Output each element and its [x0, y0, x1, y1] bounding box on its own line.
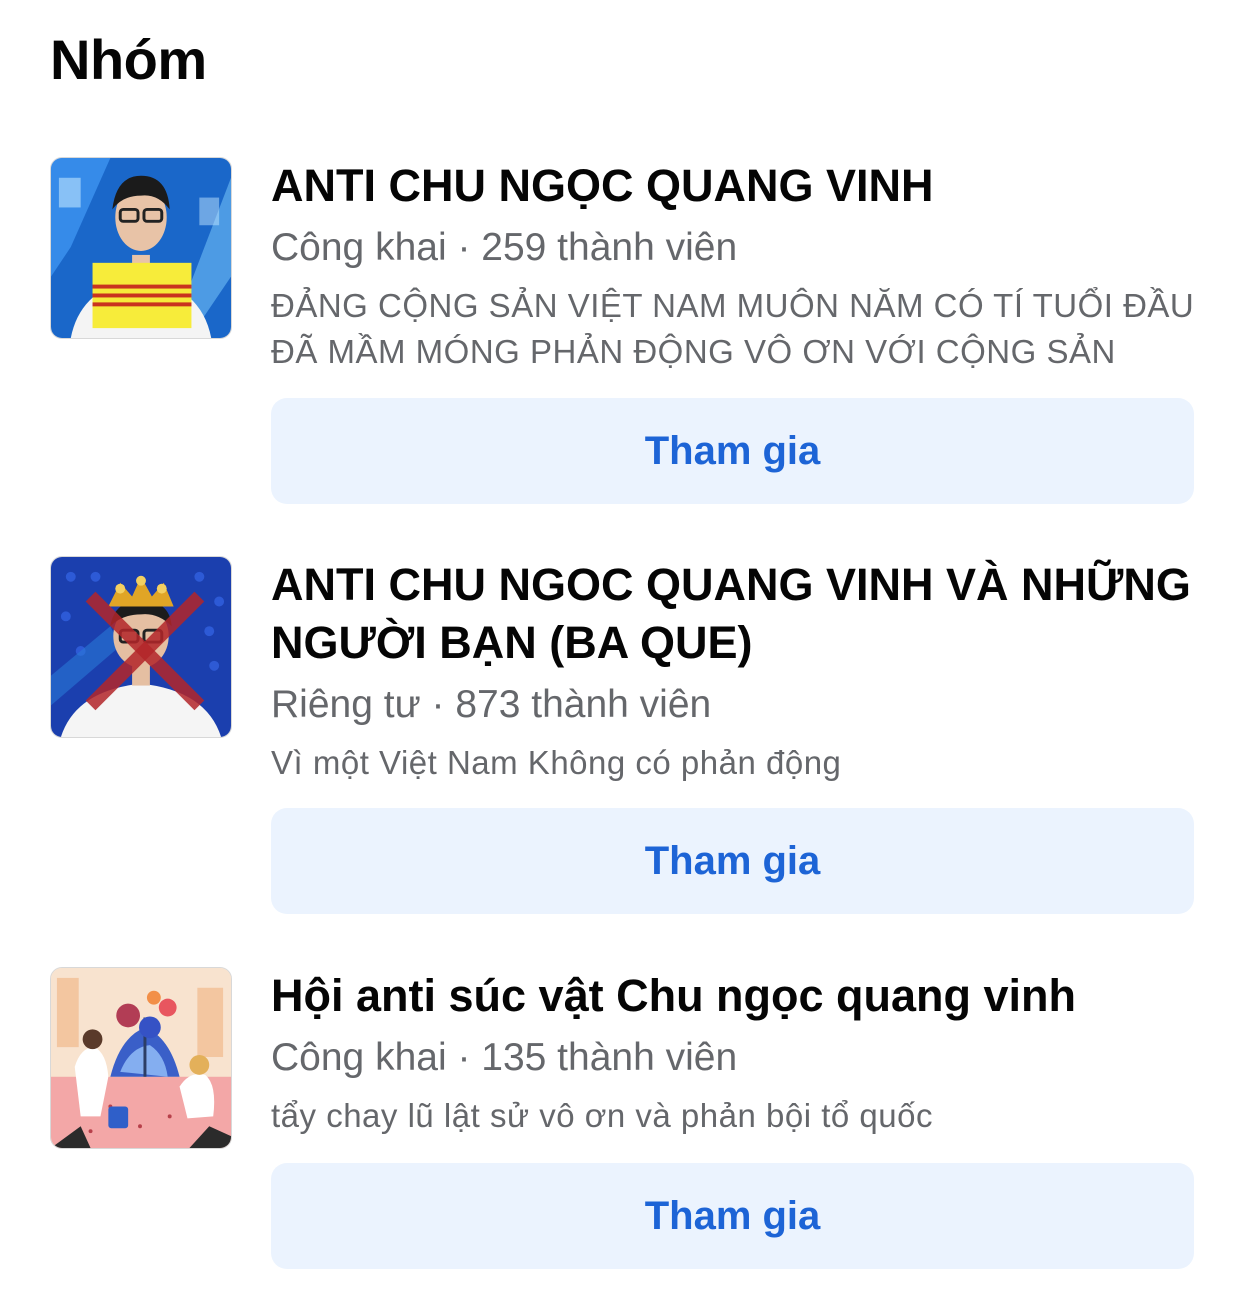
group-name[interactable]: ANTI CHU NGOC QUANG VINH VÀ NHỮNG NGƯỜI … — [271, 556, 1196, 672]
join-button[interactable]: Tham gia — [271, 1163, 1194, 1269]
group-description: Vì một Việt Nam Không có phản động — [271, 744, 842, 781]
group-photo-icon[interactable] — [50, 967, 232, 1149]
group-name[interactable]: Hội anti súc vật Chu ngọc quang vinh — [271, 967, 1196, 1025]
join-button[interactable]: Tham gia — [271, 808, 1194, 914]
group-meta: Riêng tư · 873 thành viên — [271, 683, 712, 726]
group-meta: Công khai · 135 thành viên — [271, 1036, 738, 1079]
group-photo-icon[interactable] — [50, 556, 232, 738]
group-photo-icon[interactable] — [50, 157, 232, 339]
group-name[interactable]: ANTI CHU NGỌC QUANG VINH — [271, 157, 1196, 215]
section-title: Nhóm — [50, 28, 207, 91]
join-button[interactable]: Tham gia — [271, 398, 1194, 504]
group-description: ĐẢNG CỘNG SẢN VIỆT NAM MUÔN NĂM CÓ TÍ TU… — [271, 287, 1195, 370]
group-meta: Công khai · 259 thành viên — [271, 226, 738, 269]
group-description: tẩy chay lũ lật sử vô ơn và phản bội tổ … — [271, 1097, 933, 1134]
